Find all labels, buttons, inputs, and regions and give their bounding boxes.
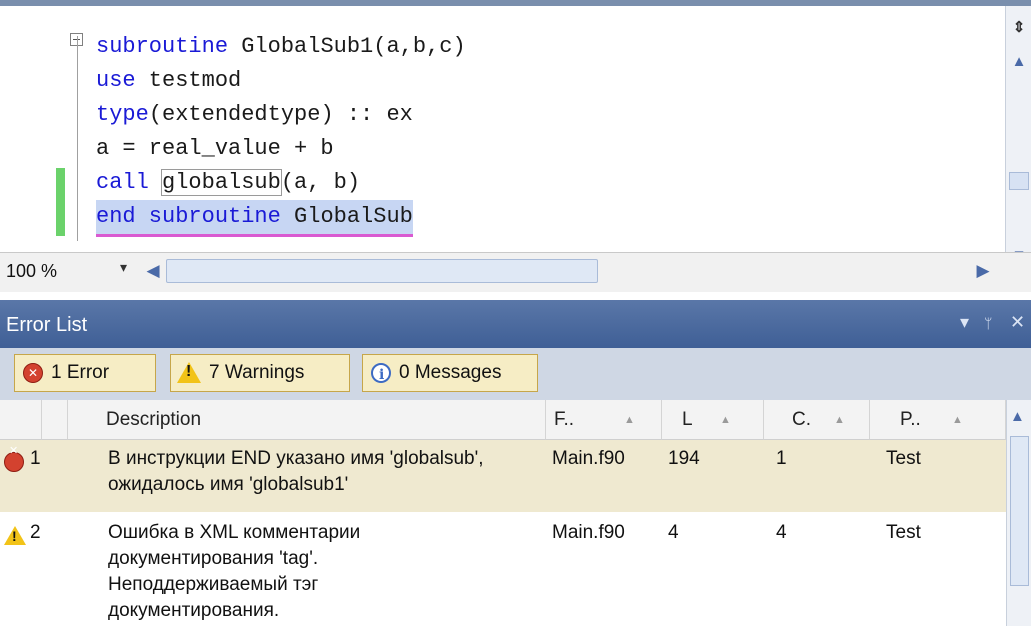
code-keyword: call — [96, 170, 149, 195]
errors-filter-button[interactable]: 1 Error — [14, 354, 156, 392]
code-text: a = real_value + b — [96, 136, 334, 161]
code-text: (a, b) — [280, 170, 361, 195]
horizontal-scrollbar[interactable]: 100 % ▾ ◀ ▶ — [0, 252, 1031, 292]
error-list-panel: Error List ▾ ᛘ ✕ 1 Error ! 7 Warnings 0 … — [0, 300, 1031, 632]
code-line[interactable]: type(extendedtype) :: ex — [96, 98, 413, 132]
error-icon — [23, 355, 43, 391]
header-column-label: C. — [792, 409, 811, 430]
row-file: Main.f90 — [552, 522, 625, 543]
warning-mark: ! — [186, 363, 192, 380]
code-line[interactable]: call globalsub(a, b) — [96, 166, 360, 200]
code-line[interactable]: end subroutine GlobalSub — [96, 200, 413, 237]
code-identifier-highlight: globalsub — [161, 169, 282, 196]
row-file: Main.f90 — [552, 448, 625, 469]
header-column[interactable]: C. ▲ — [764, 400, 870, 440]
header-line-label: L — [682, 409, 693, 430]
code-editor[interactable]: subroutine GlobalSub1(a,b,c) use testmod t… — [0, 0, 1031, 292]
zoom-level[interactable]: 100 % — [6, 261, 57, 282]
pin-icon[interactable]: ᛘ — [984, 315, 992, 331]
header-file-label: F.. — [554, 409, 575, 430]
table-row[interactable]: ! 2 Ошибка в XML комментарии документиро… — [0, 512, 1006, 632]
code-keyword: end subroutine — [96, 204, 281, 229]
zoom-dropdown-icon[interactable]: ▾ — [120, 259, 127, 276]
panel-title: Error List — [6, 314, 88, 336]
outline-guide — [77, 36, 78, 241]
row-line: 4 — [668, 522, 679, 543]
row-column: 4 — [776, 522, 787, 543]
code-text: testmod — [135, 68, 242, 93]
row-description: В инструкции END указано имя 'globalsub'… — [108, 448, 484, 495]
sort-icon: ▲ — [624, 414, 635, 426]
row-column: 1 — [776, 448, 787, 469]
error-list-title-bar: Error List ▾ ᛘ ✕ — [0, 300, 1031, 348]
header-project[interactable]: P.. ▲ — [870, 400, 1006, 440]
messages-filter-button[interactable]: 0 Messages — [362, 354, 538, 393]
scroll-up-icon[interactable]: ▲ — [1009, 52, 1029, 72]
row-number: 2 — [30, 522, 41, 543]
errors-filter-label: 1 Error — [51, 362, 110, 383]
close-icon[interactable]: ✕ — [1010, 312, 1025, 333]
code-line[interactable]: subroutine GlobalSub1(a,b,c) — [96, 30, 466, 64]
scroll-left-icon[interactable]: ◀ — [142, 261, 164, 281]
code-text: (extendedtype) :: ex — [148, 102, 413, 127]
horizontal-scroll-thumb[interactable] — [166, 259, 598, 283]
sort-icon: ▲ — [720, 414, 731, 426]
scroll-right-icon[interactable]: ▶ — [972, 261, 994, 281]
row-description: Ошибка в XML комментарии документировани… — [108, 522, 361, 621]
header-project-label: P.. — [900, 409, 921, 430]
messages-filter-label: 0 Messages — [399, 362, 502, 383]
code-keyword: subroutine — [96, 34, 229, 59]
warnings-filter-label: 7 Warnings — [209, 362, 305, 383]
code-text: GlobalSub — [280, 204, 413, 229]
header-number-column[interactable] — [42, 400, 68, 440]
error-filter-toolbar: 1 Error ! 7 Warnings 0 Messages — [0, 348, 1031, 400]
sort-icon: ▲ — [952, 414, 963, 426]
code-line[interactable]: use testmod — [96, 64, 241, 98]
row-line: 194 — [668, 448, 700, 469]
scroll-up-icon[interactable]: ▲ — [1010, 408, 1025, 425]
info-icon — [371, 357, 391, 393]
header-file[interactable]: F.. ▲ — [546, 400, 662, 440]
change-bar — [56, 202, 65, 236]
code-keyword: type — [96, 102, 149, 127]
vertical-scroll-thumb[interactable] — [1009, 172, 1029, 190]
warning-mark: ! — [12, 528, 17, 544]
code-keyword: use — [96, 68, 136, 93]
table-row[interactable]: 1 В инструкции END указано имя 'globalsu… — [0, 440, 1006, 512]
vertical-scrollbar[interactable]: ⇕ ▲ ▼ — [1005, 6, 1031, 276]
code-text: GlobalSub1(a,b,c) — [228, 34, 466, 59]
code-line[interactable]: a = real_value + b — [96, 132, 334, 166]
warnings-filter-button[interactable]: ! 7 Warnings — [170, 354, 350, 392]
change-bar — [56, 168, 65, 202]
window-position-dropdown-icon[interactable]: ▾ — [960, 312, 969, 333]
header-icon-column[interactable] — [0, 400, 42, 440]
header-line[interactable]: L ▲ — [662, 400, 764, 440]
sort-icon: ▲ — [834, 414, 845, 426]
split-icon[interactable]: ⇕ — [1009, 18, 1029, 38]
row-project: Test — [886, 448, 921, 469]
editor-top-border — [0, 0, 1031, 6]
table-scroll-thumb[interactable] — [1010, 436, 1029, 586]
row-project: Test — [886, 522, 921, 543]
row-number: 1 — [30, 448, 41, 469]
header-description[interactable]: Description — [68, 400, 546, 440]
error-icon — [4, 444, 24, 472]
table-vertical-scrollbar[interactable]: ▲ — [1006, 400, 1031, 626]
